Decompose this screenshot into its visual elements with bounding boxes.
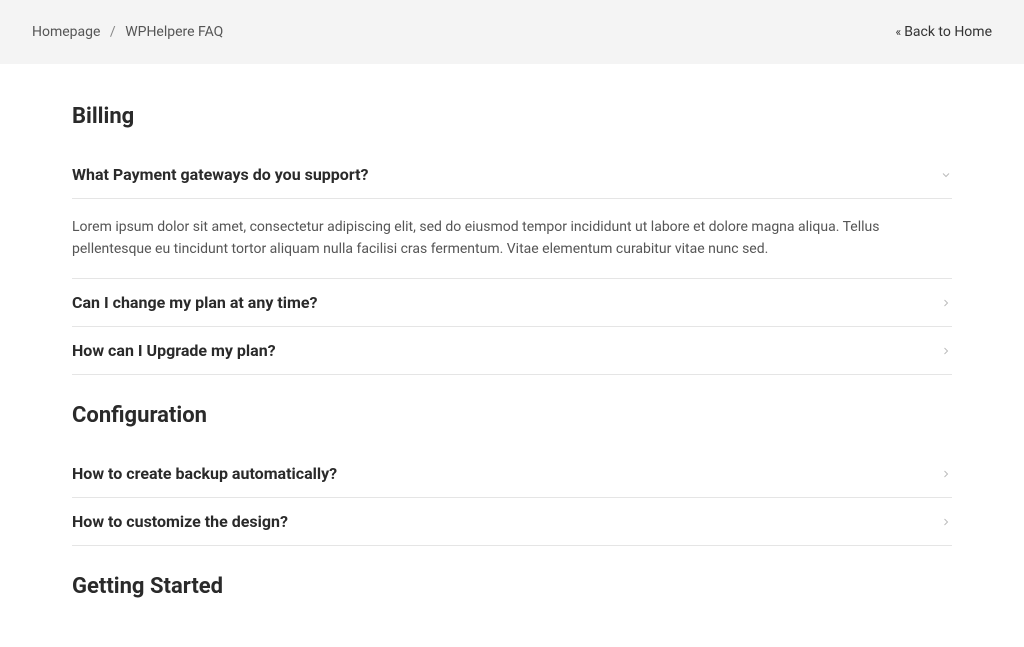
faq-item: How can I Upgrade my plan? [72, 327, 952, 375]
double-chevron-left-icon: « [896, 25, 899, 39]
chevron-right-icon [940, 345, 952, 357]
faq-question: How to customize the design? [72, 512, 288, 531]
faq-toggle[interactable]: How to customize the design? [72, 512, 952, 531]
breadcrumb-separator: / [110, 24, 116, 40]
faq-answer: Lorem ipsum dolor sit amet, consectetur … [72, 198, 952, 264]
section-title: Billing [72, 104, 952, 129]
faq-question: How can I Upgrade my plan? [72, 341, 276, 360]
faq-question: What Payment gateways do you support? [72, 165, 368, 184]
faq-section-billing: Billing What Payment gateways do you sup… [72, 104, 952, 375]
faq-question: Can I change my plan at any time? [72, 293, 317, 312]
chevron-right-icon [940, 468, 952, 480]
faq-section-getting-started: Getting Started [72, 574, 952, 599]
section-title: Configuration [72, 403, 952, 428]
faq-section-configuration: Configuration How to create backup autom… [72, 403, 952, 546]
faq-item: Can I change my plan at any time? [72, 279, 952, 327]
chevron-right-icon [940, 297, 952, 309]
chevron-down-icon [940, 169, 952, 181]
faq-toggle[interactable]: What Payment gateways do you support? [72, 165, 952, 184]
back-to-home-link[interactable]: « Back to Home [896, 24, 992, 40]
breadcrumb: Homepage / WPHelpere FAQ [32, 24, 223, 40]
breadcrumb-current: WPHelpere FAQ [125, 24, 223, 40]
faq-item: What Payment gateways do you support? Lo… [72, 151, 952, 279]
faq-toggle[interactable]: Can I change my plan at any time? [72, 293, 952, 312]
breadcrumb-bar: Homepage / WPHelpere FAQ « Back to Home [0, 0, 1024, 64]
faq-item: How to create backup automatically? [72, 450, 952, 498]
faq-toggle[interactable]: How can I Upgrade my plan? [72, 341, 952, 360]
faq-question: How to create backup automatically? [72, 464, 337, 483]
faq-toggle[interactable]: How to create backup automatically? [72, 464, 952, 483]
section-title: Getting Started [72, 574, 952, 599]
back-link-label: Back to Home [904, 24, 992, 40]
main-content: Billing What Payment gateways do you sup… [0, 64, 1024, 647]
faq-item: How to customize the design? [72, 498, 952, 546]
breadcrumb-home[interactable]: Homepage [32, 24, 100, 40]
chevron-right-icon [940, 516, 952, 528]
